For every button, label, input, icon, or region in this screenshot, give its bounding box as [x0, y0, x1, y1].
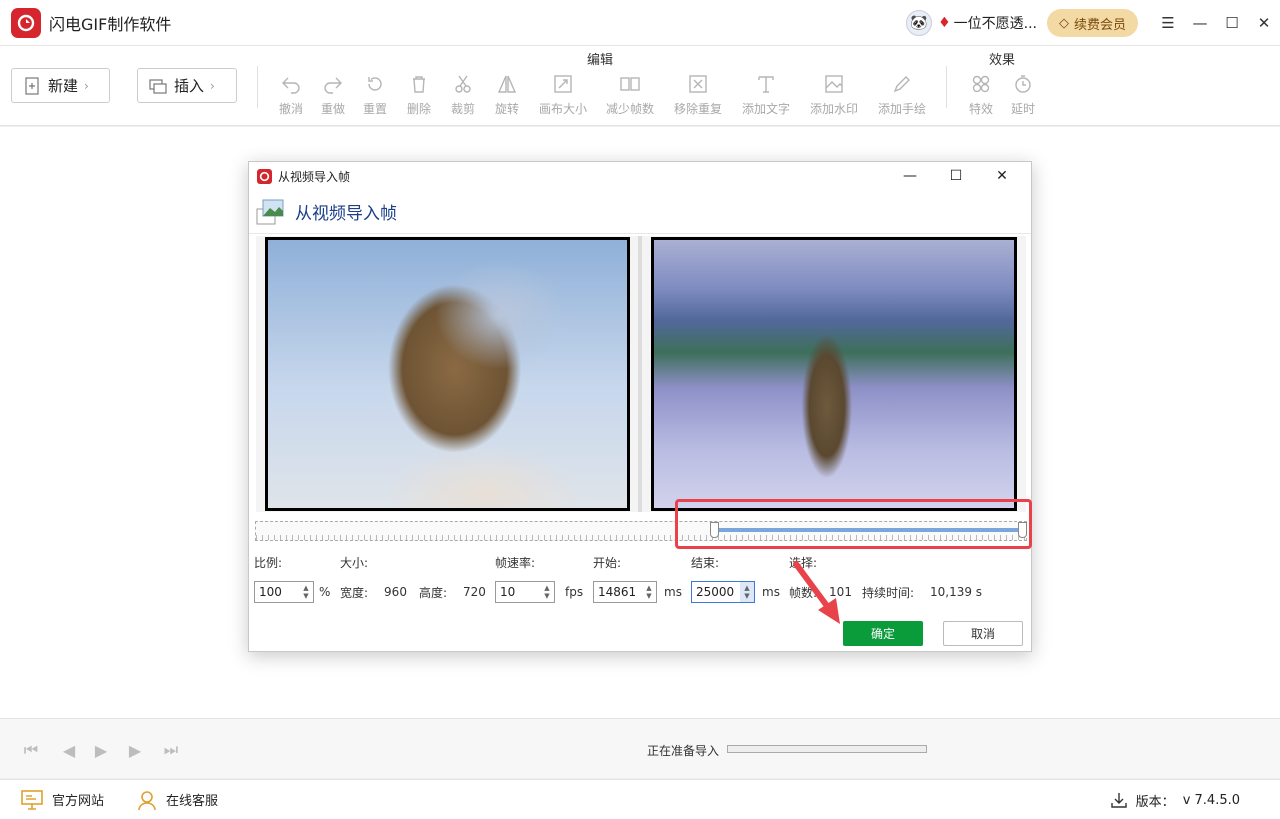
chevron-right-icon: › — [210, 78, 215, 93]
new-button[interactable]: 新建 › — [11, 68, 110, 103]
rotate-icon — [477, 70, 537, 98]
canvas-size-icon — [533, 70, 593, 98]
stepper-arrows-icon[interactable]: ▲ ▼ — [642, 582, 656, 602]
dialog-titlebar: 从视频导入帧 — ☐ ✕ — [249, 162, 1031, 190]
separator — [946, 66, 947, 108]
monitor-icon — [21, 789, 43, 810]
stepper-arrows-icon[interactable]: ▲ ▼ — [540, 582, 554, 602]
gem-icon: ◇ — [1058, 15, 1069, 31]
rotate-button[interactable]: 旋转 — [477, 70, 537, 117]
app-title: 闪电GIF制作软件 — [49, 14, 172, 34]
import-progress-bar — [727, 745, 927, 753]
edit-group-label: 编辑 — [587, 53, 614, 68]
width-value: 960 — [384, 585, 407, 599]
scale-stepper[interactable]: 100 ▲ ▼ — [254, 581, 314, 603]
duration-value: 10,139 s — [930, 585, 983, 599]
add-drawing-button[interactable]: 添加手绘 — [872, 70, 932, 117]
separator — [257, 66, 258, 108]
play-icon[interactable]: ▶ — [90, 739, 112, 761]
dialog-title: 从视频导入帧 — [278, 169, 351, 184]
version-number: v 7.4.5.0 — [1182, 792, 1240, 808]
dialog-header-title: 从视频导入帧 — [295, 204, 397, 224]
dialog-close-button[interactable]: ✕ — [979, 162, 1025, 190]
minimize-button[interactable]: — — [1184, 0, 1216, 46]
monkey-listening-image — [268, 240, 627, 508]
confirm-button[interactable]: 确定 — [843, 621, 923, 646]
monkey-standing-image — [654, 240, 1014, 508]
highlight-box — [675, 499, 1032, 549]
insert-icon — [149, 78, 167, 94]
app-logo-icon — [257, 168, 272, 184]
pen-icon — [872, 70, 932, 98]
fps-stepper[interactable]: 10 ▲ ▼ — [495, 581, 555, 603]
previous-frame-icon[interactable]: ◀ — [58, 739, 80, 761]
renew-vip-button[interactable]: ◇ 续费会员 — [1046, 9, 1138, 37]
official-website-link[interactable]: 官方网站 — [20, 789, 104, 811]
dialog-minimize-button[interactable]: — — [887, 162, 933, 190]
online-support-link[interactable]: 在线客服 — [136, 789, 218, 811]
stepper-arrows-icon[interactable]: ▲ ▼ — [740, 582, 754, 602]
dialog-header: 从视频导入帧 — [249, 190, 1031, 234]
insert-button[interactable]: 插入 › — [137, 68, 237, 103]
toolbar: 新建 › 插入 › 编辑 效果 撤消 重做 重置 删除 裁剪 旋转 画布大小 减… — [0, 46, 1280, 126]
size-label: 大小: — [340, 556, 369, 570]
end-label: 结束: — [691, 556, 720, 570]
end-time-stepper[interactable]: 25000 ▲ ▼ — [691, 581, 755, 603]
chevron-right-icon: › — [84, 78, 89, 93]
reduce-frames-button[interactable]: 减少帧数 — [600, 70, 660, 117]
start-time-stepper[interactable]: 14861 ▲ ▼ — [593, 581, 657, 603]
stepper-arrows-icon[interactable]: ▲ ▼ — [299, 582, 313, 602]
remove-duplicate-icon — [668, 70, 728, 98]
canvas-size-button[interactable]: 画布大小 — [533, 70, 593, 117]
start-frame-preview — [265, 237, 630, 511]
annotation-arrow-icon — [793, 561, 840, 624]
menu-icon[interactable]: ☰ — [1152, 0, 1184, 46]
new-file-icon — [25, 76, 39, 95]
maximize-button[interactable]: ☐ — [1216, 0, 1248, 46]
video-frames-icon — [256, 199, 284, 224]
remove-duplicates-button[interactable]: 移除重复 — [668, 70, 728, 117]
height-value: 720 — [463, 585, 486, 599]
delay-button[interactable]: 延时 — [993, 70, 1053, 117]
timer-icon — [993, 70, 1053, 98]
playback-bar: ⏮ ◀ ▶ ▶ ⏭ 正在准备导入 — [0, 718, 1280, 778]
app-logo-icon — [11, 7, 41, 38]
start-label: 开始: — [593, 556, 622, 570]
last-frame-icon[interactable]: ⏭ — [160, 739, 182, 761]
effects-group-label: 效果 — [989, 53, 1016, 68]
dialog-maximize-button[interactable]: ☐ — [933, 162, 979, 190]
add-text-button[interactable]: 添加文字 — [736, 70, 796, 117]
preview-area — [256, 236, 1026, 512]
username[interactable]: ♦ 一位不愿透... — [938, 13, 1037, 33]
watermark-icon — [804, 70, 864, 98]
import-status: 正在准备导入 — [647, 744, 720, 758]
download-icon — [1110, 793, 1127, 808]
scale-label: 比例: — [254, 556, 283, 570]
import-frames-dialog: 从视频导入帧 — ☐ ✕ 从视频导入帧 比例: 大小: 帧速率: 开始: 结束:… — [248, 161, 1032, 652]
fps-label: 帧速率: — [495, 556, 536, 570]
next-frame-icon[interactable]: ▶ — [124, 739, 146, 761]
support-agent-icon — [138, 790, 156, 810]
preview-divider — [638, 236, 642, 512]
user-avatar[interactable]: 🐼 — [906, 10, 933, 36]
cancel-button[interactable]: 取消 — [943, 621, 1023, 646]
reduce-frames-icon — [600, 70, 660, 98]
version-info: 版本： v 7.4.5.0 — [1110, 780, 1240, 819]
end-frame-preview — [651, 237, 1017, 511]
diamond-icon: ♦ — [938, 15, 951, 31]
footer: 官方网站 在线客服 版本： v 7.4.5.0 — [0, 779, 1280, 819]
close-button[interactable]: ✕ — [1248, 0, 1280, 46]
text-icon — [736, 70, 796, 98]
first-frame-icon[interactable]: ⏮ — [20, 739, 42, 761]
add-watermark-button[interactable]: 添加水印 — [804, 70, 864, 117]
title-bar: 闪电GIF制作软件 🐼 ♦ 一位不愿透... ◇ 续费会员 ☰ — ☐ ✕ — [0, 0, 1280, 46]
